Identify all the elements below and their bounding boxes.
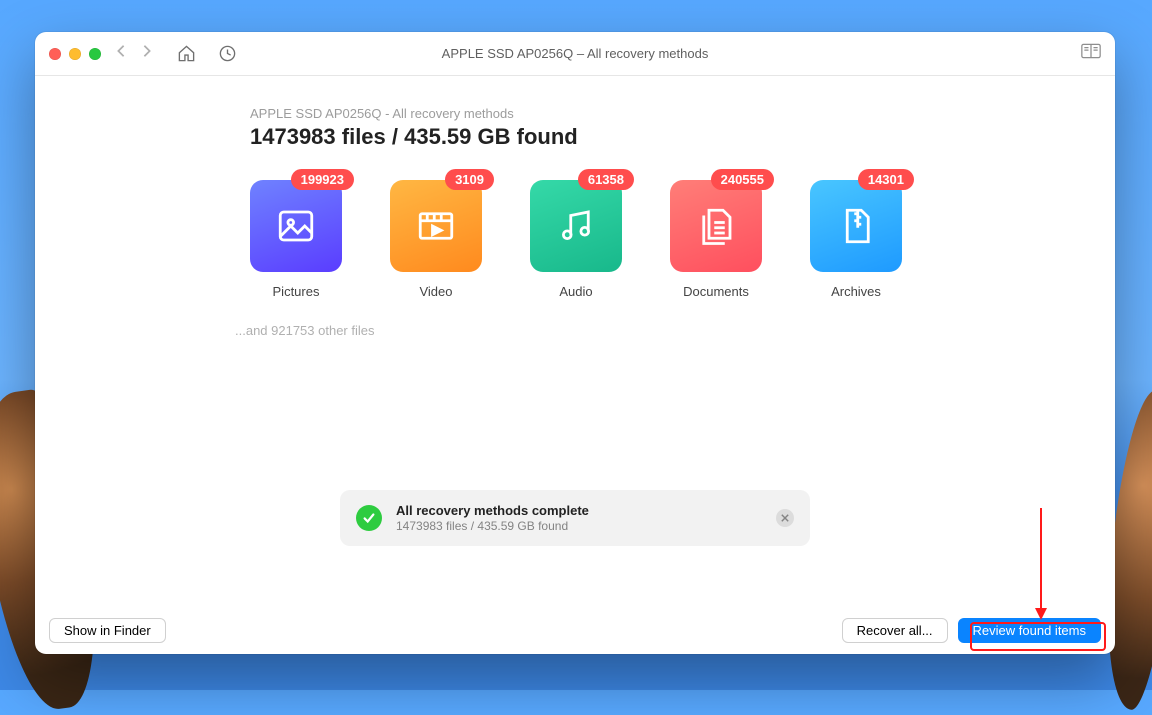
close-window-button[interactable] (49, 48, 61, 60)
audio-icon (555, 205, 597, 247)
category-pictures[interactable]: 199923 Pictures (250, 180, 342, 299)
panel-toggle-icon[interactable] (1081, 43, 1101, 64)
breadcrumb: APPLE SSD AP0256Q - All recovery methods (250, 106, 950, 121)
minimize-window-button[interactable] (69, 48, 81, 60)
category-audio[interactable]: 61358 Audio (530, 180, 622, 299)
documents-count-badge: 240555 (711, 169, 774, 190)
category-archives[interactable]: 14301 Archives (810, 180, 902, 299)
pictures-label: Pictures (273, 284, 320, 299)
toast-subtitle: 1473983 files / 435.59 GB found (396, 519, 762, 533)
other-files-text: ...and 921753 other files (235, 323, 950, 338)
toast-close-button[interactable] (776, 509, 794, 527)
summary-title: 1473983 files / 435.59 GB found (250, 124, 950, 150)
audio-tile: 61358 (530, 180, 622, 272)
pictures-count-badge: 199923 (291, 169, 354, 190)
picture-icon (275, 205, 317, 247)
maximize-window-button[interactable] (89, 48, 101, 60)
archives-count-badge: 14301 (858, 169, 914, 190)
video-icon (415, 205, 457, 247)
nav-arrows (115, 44, 153, 63)
archives-tile: 14301 (810, 180, 902, 272)
show-in-finder-button[interactable]: Show in Finder (49, 618, 166, 643)
home-icon[interactable] (177, 44, 196, 63)
window-controls (49, 48, 101, 60)
window-title: APPLE SSD AP0256Q – All recovery methods (442, 46, 709, 61)
documents-tile: 240555 (670, 180, 762, 272)
video-label: Video (419, 284, 452, 299)
app-window: APPLE SSD AP0256Q – All recovery methods… (35, 32, 1115, 654)
pictures-tile: 199923 (250, 180, 342, 272)
bottom-bar: Show in Finder Recover all... Review fou… (35, 606, 1115, 654)
titlebar: APPLE SSD AP0256Q – All recovery methods (35, 32, 1115, 76)
video-tile: 3109 (390, 180, 482, 272)
history-icon[interactable] (218, 44, 237, 63)
annotation-arrow (1040, 508, 1042, 618)
review-found-items-button[interactable]: Review found items (958, 618, 1101, 643)
category-documents[interactable]: 240555 Documents (670, 180, 762, 299)
document-icon (695, 205, 737, 247)
back-button[interactable] (115, 44, 127, 63)
recover-all-button[interactable]: Recover all... (842, 618, 948, 643)
archive-icon (835, 205, 877, 247)
video-count-badge: 3109 (445, 169, 494, 190)
forward-button[interactable] (141, 44, 153, 63)
documents-label: Documents (683, 284, 749, 299)
status-toast: All recovery methods complete 1473983 fi… (340, 490, 810, 546)
audio-label: Audio (559, 284, 592, 299)
archives-label: Archives (831, 284, 881, 299)
toast-title: All recovery methods complete (396, 503, 762, 518)
category-video[interactable]: 3109 Video (390, 180, 482, 299)
audio-count-badge: 61358 (578, 169, 634, 190)
content-area: APPLE SSD AP0256Q - All recovery methods… (35, 76, 1115, 606)
categories-row: 199923 Pictures 3109 Video 61358 (250, 180, 950, 299)
check-circle-icon (356, 505, 382, 531)
